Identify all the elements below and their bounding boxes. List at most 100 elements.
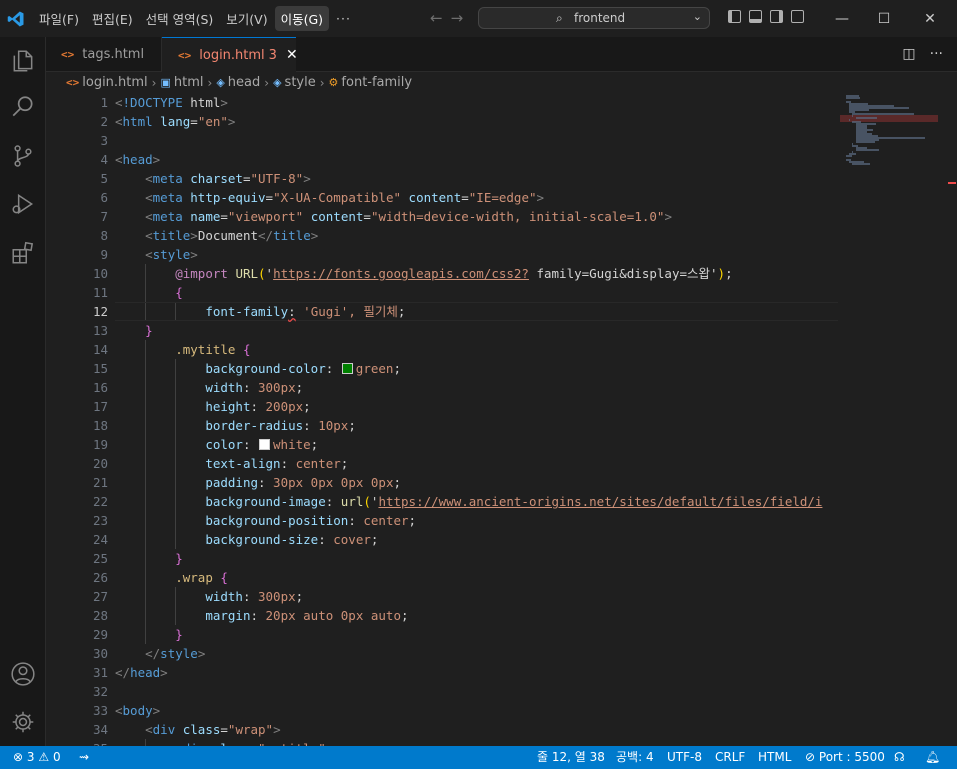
menu-view[interactable]: 보기(V): [220, 6, 273, 31]
code-line[interactable]: }: [115, 321, 838, 340]
code-line[interactable]: <meta name="viewport" content="width=dev…: [115, 207, 838, 226]
accounts-icon[interactable]: [10, 661, 36, 687]
code-line[interactable]: <body>: [115, 701, 838, 720]
toggle-panel-icon[interactable]: [749, 10, 762, 23]
command-center-search[interactable]: ⌕ frontend ⌄: [478, 7, 710, 29]
code-line[interactable]: width: 300px;: [115, 587, 838, 606]
code-line[interactable]: text-align: center;: [115, 454, 838, 473]
code-line[interactable]: </style>: [115, 644, 838, 663]
minimize-button[interactable]: —: [819, 0, 865, 37]
code-line[interactable]: <!DOCTYPE html>: [115, 93, 838, 112]
line-number: 1: [100, 95, 108, 110]
menu-more[interactable]: ···: [330, 8, 357, 29]
color-swatch-green[interactable]: [341, 363, 353, 374]
minimap[interactable]: [838, 93, 957, 746]
cursor-position[interactable]: 줄 12, 열 38: [537, 746, 605, 769]
code-line[interactable]: <html lang="en">: [115, 112, 838, 131]
code-line[interactable]: [115, 131, 838, 150]
code-line[interactable]: @import URL('https://fonts.googleapis.co…: [115, 264, 838, 283]
tab-tags-html[interactable]: <> tags.html: [46, 37, 162, 72]
code-text: <div class="wrap">: [145, 722, 281, 737]
chevron-down-icon[interactable]: ⌄: [693, 10, 702, 23]
html-file-icon: <>: [66, 76, 80, 89]
code-line[interactable]: background-image: url('https://www.ancie…: [115, 492, 838, 511]
code-text: width: 300px;: [205, 380, 304, 395]
code-line[interactable]: color: white;: [115, 435, 838, 454]
code-line[interactable]: }: [115, 549, 838, 568]
code-line[interactable]: background-position: center;: [115, 511, 838, 530]
code-line[interactable]: <meta charset="UTF-8">: [115, 169, 838, 188]
more-actions-icon[interactable]: ···: [930, 46, 943, 62]
split-editor-icon[interactable]: ◫: [902, 46, 915, 62]
line-number: 16: [92, 380, 108, 395]
color-swatch-white[interactable]: [259, 439, 271, 450]
code-line[interactable]: width: 300px;: [115, 378, 838, 397]
code-area[interactable]: <!DOCTYPE html> <html lang="en"> <head> <m…: [115, 93, 838, 746]
toggle-secondary-sidebar-icon[interactable]: [770, 10, 783, 23]
chevron-right-icon: ›: [264, 75, 270, 90]
forward-arrow-icon[interactable]: →: [451, 9, 464, 27]
line-number: 9: [100, 247, 108, 262]
breadcrumb-file[interactable]: login.html: [82, 75, 147, 90]
code-line[interactable]: background-size: cover;: [115, 530, 838, 549]
feedback-icon[interactable]: ☊: [894, 746, 905, 769]
code-line[interactable]: height: 200px;: [115, 397, 838, 416]
line-number: 30: [92, 646, 108, 661]
code-line[interactable]: border-radius: 10px;: [115, 416, 838, 435]
code-line[interactable]: </head>: [115, 663, 838, 682]
breadcrumb-head[interactable]: head: [228, 75, 260, 90]
maximize-button[interactable]: ☐: [861, 0, 907, 37]
code-line[interactable]: {: [115, 283, 838, 302]
menu-go[interactable]: 이동(G): [274, 6, 330, 31]
search-icon[interactable]: [10, 94, 36, 120]
breadcrumb-html[interactable]: html: [174, 75, 204, 90]
code-line[interactable]: margin: 20px auto 0px auto;: [115, 606, 838, 625]
live-share-icon[interactable]: ⇝: [79, 746, 89, 769]
code-line[interactable]: <title>Document</title>: [115, 226, 838, 245]
code-text: <meta charset="UTF-8">: [145, 171, 311, 186]
code-editor[interactable]: 1 2 3 4 5 6 7 8 9 10 11 12 13 14 15 16 17 18 19 20 21 22 23 24 2…: [46, 93, 957, 746]
code-line[interactable]: <div class="wrap">: [115, 720, 838, 739]
breadcrumb-property[interactable]: font-family: [341, 75, 412, 90]
live-server-port[interactable]: ⊘ Port : 5500: [805, 746, 885, 769]
code-line[interactable]: .mytitle {: [115, 340, 838, 359]
notifications-bell-icon[interactable]: 🔔︎: [925, 746, 940, 769]
code-line[interactable]: <head>: [115, 150, 838, 169]
run-debug-icon[interactable]: [10, 191, 36, 217]
menu-edit[interactable]: 편집(E): [86, 6, 139, 31]
code-line[interactable]: <style>: [115, 245, 838, 264]
customize-layout-icon[interactable]: [791, 10, 804, 23]
encoding[interactable]: UTF-8: [667, 746, 702, 769]
indentation[interactable]: 공백: 4: [616, 746, 654, 769]
line-number: 4: [100, 152, 108, 167]
code-line[interactable]: background-color: green;: [115, 359, 838, 378]
chevron-right-icon: ›: [151, 75, 157, 90]
menu-selection[interactable]: 선택 영역(S): [140, 6, 220, 31]
problems-status[interactable]: ⊗ 3 ⚠ 0: [13, 746, 61, 769]
end-of-line[interactable]: CRLF: [715, 746, 745, 769]
source-control-icon[interactable]: [10, 143, 36, 169]
code-line[interactable]: padding: 30px 0px 0px 0px;: [115, 473, 838, 492]
menu-file[interactable]: 파일(F): [33, 6, 85, 31]
close-window-button[interactable]: ✕: [907, 0, 953, 37]
line-number: 11: [92, 285, 108, 300]
explorer-icon[interactable]: [10, 48, 36, 74]
code-line[interactable]: <div class="mytitle">: [115, 739, 838, 746]
code-text: <style>: [145, 247, 198, 262]
code-text: .mytitle {: [175, 342, 251, 357]
code-line[interactable]: <meta http-equiv="X-UA-Compatible" conte…: [115, 188, 838, 207]
toggle-primary-sidebar-icon[interactable]: [728, 10, 741, 23]
code-line[interactable]: font-family: 'Gugi', 필기체;: [115, 302, 838, 321]
tab-login-html[interactable]: <> login.html 3 ✕: [162, 37, 298, 72]
close-tab-icon[interactable]: ✕: [286, 47, 298, 63]
code-line[interactable]: [115, 682, 838, 701]
manage-gear-icon[interactable]: [10, 709, 36, 735]
code-line[interactable]: }: [115, 625, 838, 644]
back-arrow-icon[interactable]: ←: [430, 9, 443, 27]
language-mode[interactable]: HTML: [758, 746, 791, 769]
extensions-icon[interactable]: [10, 240, 36, 266]
line-number: 23: [92, 513, 108, 528]
code-line[interactable]: .wrap {: [115, 568, 838, 587]
code-text: <meta name="viewport" content="width=dev…: [145, 209, 672, 224]
breadcrumb-style[interactable]: style: [285, 75, 316, 90]
